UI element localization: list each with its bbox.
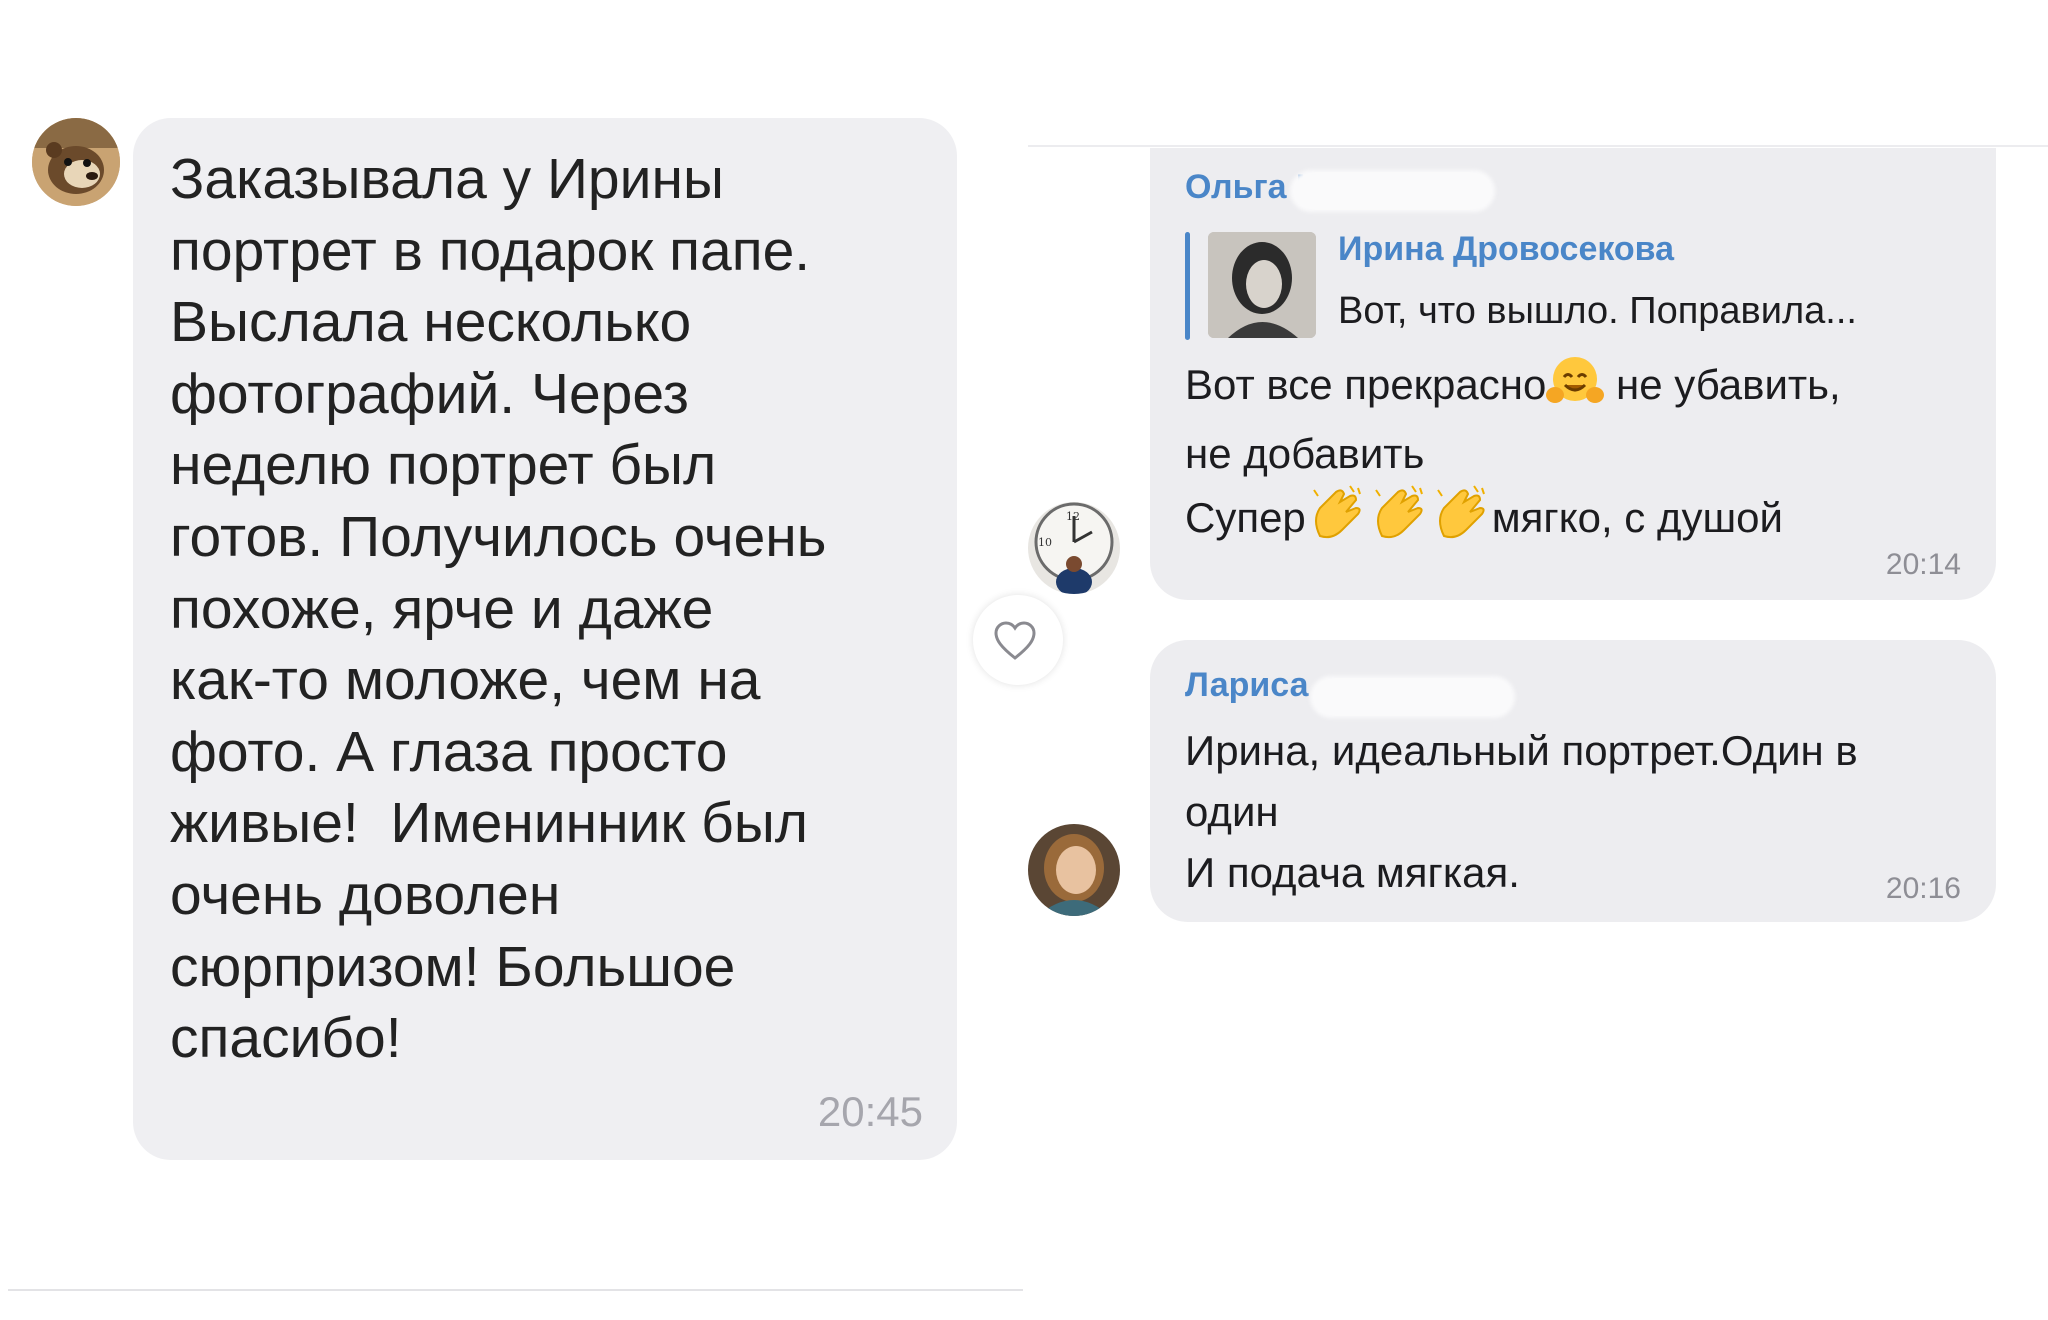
clapping-hands-emoji <box>1306 484 1368 556</box>
message-text-1: Вот все прекрасно не убавить, не добавит… <box>1185 354 1975 556</box>
clapping-hands-emoji <box>1430 484 1492 556</box>
hidden-surname-patch <box>1310 676 1515 718</box>
heart-icon <box>994 621 1036 660</box>
svg-text:12: 12 <box>1066 510 1080 523</box>
user-avatar-clock[interactable]: 12 10 <box>1028 502 1120 594</box>
message-author[interactable]: Лариса <box>1185 666 1309 705</box>
right-top-divider <box>1028 145 2048 147</box>
message-time-2: 20:16 <box>1885 872 1961 905</box>
like-button[interactable] <box>973 595 1063 685</box>
bear-avatar-icon <box>32 118 120 206</box>
left-message-bubble: Заказывала у Ирины портрет в подарок пап… <box>133 118 957 1160</box>
message-bubble-2: Лариса Ирина, идеальный портрет.Один в о… <box>1150 640 1996 922</box>
left-message-time: 20:45 <box>817 1088 923 1135</box>
user-avatar-bear[interactable] <box>32 118 120 206</box>
reply-author: Ирина Дровосекова <box>1338 230 1675 268</box>
message-line3-end: мягко, с душой <box>1491 494 1783 541</box>
hugging-face-emoji <box>1546 355 1605 423</box>
message-line1-end: не убавить, <box>1604 361 1841 408</box>
left-divider <box>8 1289 1023 1291</box>
left-message-text: Заказывала у Ирины портрет в подарок пап… <box>170 147 827 1071</box>
user-avatar-woman[interactable] <box>1028 824 1120 916</box>
hidden-surname-patch <box>1290 170 1495 212</box>
reply-thumbnail[interactable] <box>1208 232 1316 338</box>
clapping-hands-emoji <box>1368 484 1430 556</box>
message-line2: не добавить <box>1185 430 1425 477</box>
woman-avatar-icon <box>1028 824 1120 916</box>
reply-text: Вот, что вышло. Поправила... <box>1338 290 1857 332</box>
message-time-1: 20:14 <box>1885 548 1961 581</box>
message-line1-start: Вот все прекрасно <box>1185 361 1547 408</box>
svg-text:10: 10 <box>1038 536 1052 549</box>
clock-avatar-icon: 12 10 <box>1028 502 1120 594</box>
portrait-thumbnail-icon <box>1208 232 1316 338</box>
message-bubble-1: Ольга К Ирина Дровосекова Вот, что вышло… <box>1150 148 1996 600</box>
message-line3-start: Супер <box>1185 494 1306 541</box>
reply-bar <box>1185 232 1190 340</box>
message-text-2: Ирина, идеальный портрет.Один в один И п… <box>1185 727 1858 896</box>
